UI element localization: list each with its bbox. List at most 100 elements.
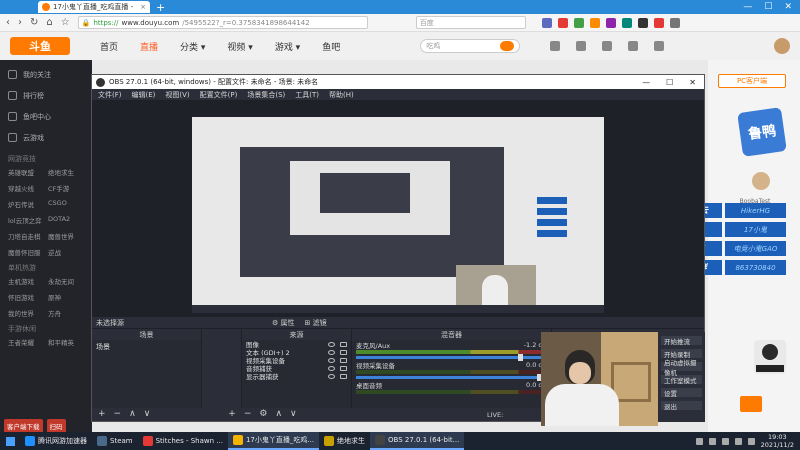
move-down-icon[interactable]: ∨ [290, 409, 297, 419]
move-up-icon[interactable]: ∧ [129, 409, 136, 419]
eye-icon[interactable] [328, 349, 335, 355]
taskbar-item[interactable]: 绝地求生 [319, 432, 370, 450]
category-link[interactable]: 魔兽怀旧服 [8, 247, 44, 257]
add-scene-button[interactable]: + [98, 409, 106, 419]
virtual-camera-button[interactable]: 启动虚拟摄像机 [661, 359, 702, 377]
lock-icon[interactable] [340, 349, 347, 355]
sidebar-item-cloud-game[interactable]: 云游戏 [0, 127, 92, 148]
volume-slider[interactable] [356, 354, 547, 361]
back-button[interactable]: ‹ [6, 17, 10, 28]
category-link[interactable]: 方舟 [48, 308, 84, 318]
extension-icon[interactable] [541, 17, 552, 28]
source-item[interactable]: 显示器捕获 [242, 372, 351, 381]
lock-icon[interactable] [340, 365, 347, 371]
nav-home[interactable]: 首页 [100, 40, 118, 53]
obs-menu-profile[interactable]: 配置文件(P) [200, 90, 238, 100]
extension-icon[interactable] [573, 17, 584, 28]
sidebar-item-rank[interactable]: 排行榜 [0, 85, 92, 106]
move-down-icon[interactable]: ∨ [144, 409, 151, 419]
client-download-button[interactable]: 客户端下载 [4, 419, 43, 433]
nav-fishbar[interactable]: 鱼吧 [322, 40, 340, 53]
eye-icon[interactable] [328, 357, 335, 363]
orange-action-button[interactable] [740, 396, 762, 412]
pc-client-button[interactable]: PC客户端 [718, 74, 786, 88]
volume-slider[interactable] [356, 374, 547, 381]
extension-icon[interactable] [605, 17, 616, 28]
obs-preview-area[interactable] [92, 101, 704, 317]
remove-source-button[interactable]: − [244, 409, 252, 419]
reload-button[interactable]: ↻ [30, 17, 38, 28]
obs-menu-scene-collection[interactable]: 场景集合(S) [247, 90, 285, 100]
nav-video[interactable]: 视频 ▾ [227, 40, 252, 53]
category-link[interactable]: DOTA2 [48, 215, 84, 225]
douyu-logo[interactable]: 斗鱼 [10, 37, 70, 55]
menu-icon[interactable] [669, 17, 680, 28]
user-avatar[interactable] [774, 38, 790, 54]
settings-button[interactable]: 设置 [661, 388, 702, 398]
taskbar-item[interactable]: 17小鬼丫直播_吃鸡... [227, 432, 320, 450]
follow-icon[interactable] [576, 41, 587, 51]
source-filters-button[interactable]: ⊞ 滤镜 [305, 318, 327, 328]
add-source-button[interactable]: + [228, 409, 236, 419]
category-link[interactable]: CF手游 [48, 183, 84, 193]
obs-maximize-button[interactable]: ☐ [666, 78, 673, 87]
category-link[interactable]: 我的世界 [8, 308, 44, 318]
taskbar-item[interactable]: Steam [92, 432, 138, 450]
minimize-button[interactable]: — [743, 2, 752, 12]
lock-icon[interactable] [340, 373, 347, 379]
browser-tab[interactable]: 17小鬼丫直播_吃鸡直播 - × [38, 1, 150, 13]
category-link[interactable]: CSGO [48, 199, 84, 209]
category-link[interactable]: lol云顶之弈 [8, 215, 44, 225]
scene-item[interactable]: 场景 [92, 340, 201, 354]
obs-minimize-button[interactable]: — [642, 78, 650, 87]
category-link[interactable]: 永劫无间 [48, 276, 84, 286]
network-icon[interactable] [747, 437, 755, 445]
forward-button[interactable]: › [18, 17, 22, 28]
obs-close-button[interactable]: ✕ [689, 78, 696, 87]
system-clock[interactable]: 19:03 2021/11/2 [761, 433, 794, 449]
history-icon[interactable] [550, 41, 561, 51]
category-link[interactable]: 穿越火线 [8, 183, 44, 193]
slider-handle[interactable] [518, 354, 524, 361]
promo-banner[interactable]: 鲁鸭 [737, 107, 787, 157]
broadcast-icon[interactable] [654, 41, 665, 51]
close-window-button[interactable]: ✕ [784, 2, 792, 12]
sidebar-item-follow[interactable]: 我的关注 [0, 64, 92, 85]
tray-icon[interactable] [695, 437, 703, 445]
bookmark-star-button[interactable]: ☆ [61, 17, 70, 28]
obs-menu-file[interactable]: 文件(F) [98, 90, 122, 100]
taskbar-item[interactable]: 腾讯网游加速器 [20, 432, 92, 450]
studio-mode-button[interactable]: 工作室模式 [661, 375, 702, 385]
start-streaming-button[interactable]: 开始推流 [661, 336, 702, 346]
exit-button[interactable]: 退出 [661, 401, 702, 411]
taskbar-item[interactable]: Stitches - Shawn ... [138, 432, 228, 450]
category-link[interactable]: 炉石传说 [8, 199, 44, 209]
category-link[interactable]: 绝地求生 [48, 167, 84, 177]
eye-icon[interactable] [328, 365, 335, 371]
remove-scene-button[interactable]: − [114, 409, 122, 419]
category-link[interactable]: 刀塔自走棋 [8, 231, 44, 241]
category-link[interactable]: 主机游戏 [8, 276, 44, 286]
category-link[interactable]: 魔兽世界 [48, 231, 84, 241]
extension-icon[interactable] [557, 17, 568, 28]
search-icon[interactable] [500, 41, 515, 51]
category-link[interactable]: 原神 [48, 292, 84, 302]
start-button[interactable] [0, 432, 20, 450]
anchor-avatar[interactable] [752, 172, 770, 190]
taskbar-item[interactable]: OBS 27.0.1 (64-bit... [370, 432, 465, 450]
eye-icon[interactable] [328, 373, 335, 379]
lock-icon[interactable] [340, 357, 347, 363]
sidebar-item-fishbar[interactable]: 鱼吧中心 [0, 106, 92, 127]
category-link[interactable]: 和平精英 [48, 337, 84, 347]
obs-menu-view[interactable]: 视图(V) [165, 90, 189, 100]
site-search-input[interactable]: 吃鸡 [420, 39, 521, 53]
category-link[interactable]: 王者荣耀 [8, 337, 44, 347]
extension-icon[interactable] [589, 17, 600, 28]
obs-menu-edit[interactable]: 编辑(E) [132, 90, 156, 100]
nav-live[interactable]: 直播 [140, 40, 158, 53]
category-link[interactable]: 英雄联盟 [8, 167, 44, 177]
lock-icon[interactable] [340, 341, 347, 347]
extension-icon[interactable] [621, 17, 632, 28]
source-properties-button[interactable]: ⚙ 属性 [272, 318, 295, 328]
extension-icon[interactable] [637, 17, 648, 28]
